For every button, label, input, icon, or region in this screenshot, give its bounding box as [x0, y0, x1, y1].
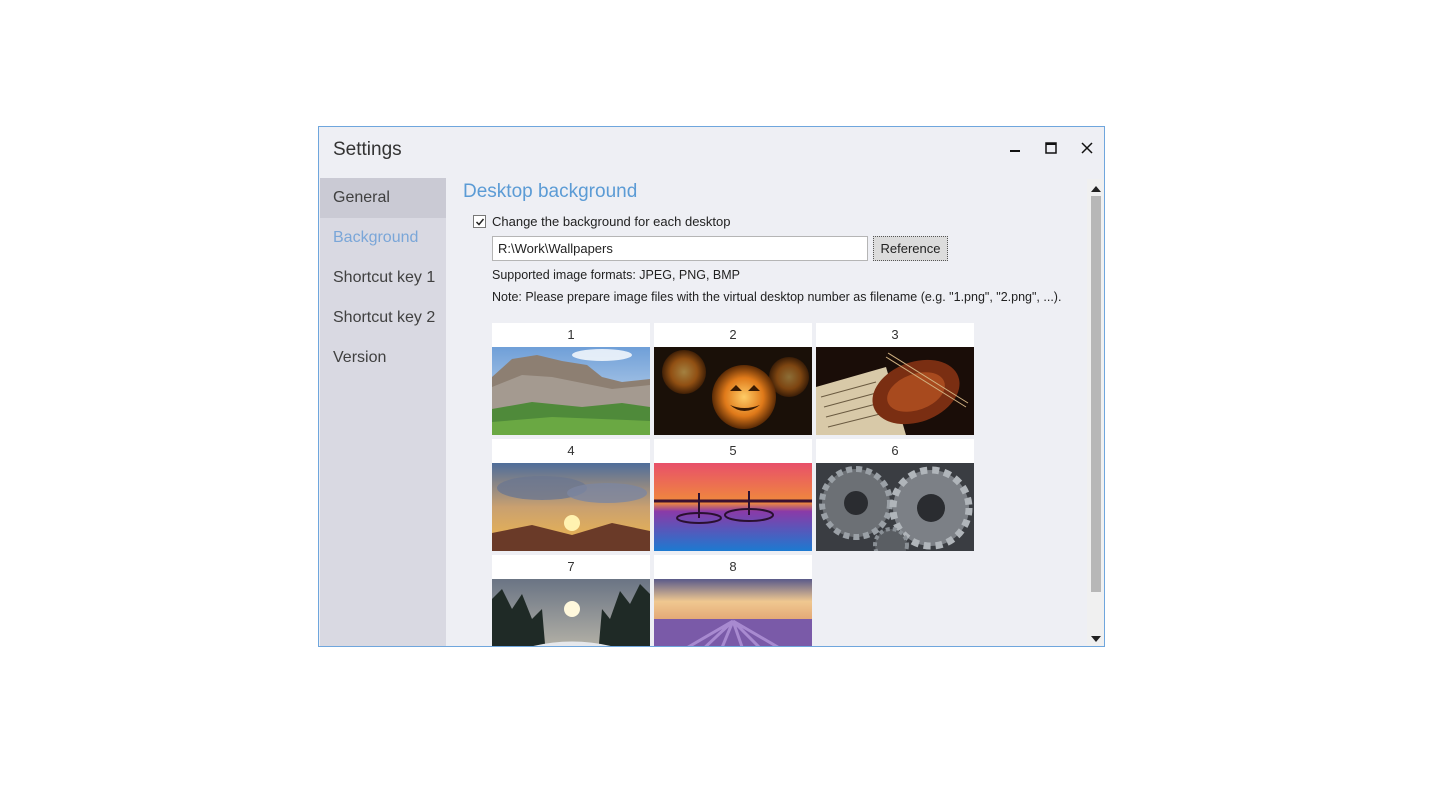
wallpaper-tile-7[interactable]: 7	[492, 555, 650, 646]
sidebar-item-label: Background	[333, 229, 419, 246]
wallpaper-thumbnail-violin	[816, 347, 974, 435]
change-background-checkbox[interactable]	[473, 215, 486, 228]
sidebar-item-general[interactable]: General	[320, 178, 446, 218]
wallpaper-number: 8	[729, 559, 737, 574]
checkbox-label: Change the background for each desktop	[492, 214, 731, 229]
sidebar-item-version[interactable]: Version	[320, 338, 446, 378]
sidebar-item-label: Version	[333, 349, 387, 366]
wallpaper-number: 7	[567, 559, 575, 574]
close-button[interactable]	[1072, 133, 1102, 163]
wallpaper-number: 2	[729, 327, 737, 342]
vertical-scrollbar[interactable]	[1087, 179, 1104, 646]
wallpaper-number: 3	[891, 327, 899, 342]
sidebar-item-label: Shortcut key 1	[333, 269, 436, 286]
checkmark-icon	[475, 218, 484, 226]
title-bar: Settings	[319, 127, 1104, 175]
wallpaper-thumbnail-lavender	[654, 579, 812, 646]
wallpaper-tile-4[interactable]: 4	[492, 439, 650, 551]
close-icon	[1081, 142, 1093, 154]
change-background-checkbox-row[interactable]: Change the background for each desktop	[473, 214, 731, 229]
wallpaper-folder-input[interactable]	[492, 236, 868, 261]
scroll-thumb[interactable]	[1091, 196, 1101, 592]
supported-formats-text: Supported image formats: JPEG, PNG, BMP	[492, 268, 741, 282]
sidebar-nav: General Background Shortcut key 1 Shortc…	[320, 178, 446, 646]
scroll-down-arrow-icon	[1091, 635, 1101, 642]
wallpaper-number: 1	[567, 327, 575, 342]
wallpaper-tile-2[interactable]: 2	[654, 323, 812, 435]
wallpaper-thumbnail-water-drop	[654, 463, 812, 551]
settings-window: Settings General Background Shortcut key…	[318, 126, 1105, 647]
sidebar-item-shortcut-key-1[interactable]: Shortcut key 1	[320, 258, 446, 298]
wallpaper-tile-1[interactable]: 1	[492, 323, 650, 435]
sidebar-item-background[interactable]: Background	[320, 218, 446, 258]
wallpaper-number: 5	[729, 443, 737, 458]
maximize-icon	[1045, 142, 1057, 154]
scroll-up-arrow-icon	[1091, 185, 1101, 192]
wallpaper-number: 4	[567, 443, 575, 458]
scroll-up-button[interactable]	[1087, 181, 1104, 195]
section-title: Desktop background	[463, 181, 638, 202]
background-settings-panel: Desktop background Change the background…	[447, 175, 1087, 646]
wallpaper-thumbnail-lanterns	[654, 347, 812, 435]
sidebar-item-shortcut-key-2[interactable]: Shortcut key 2	[320, 298, 446, 338]
wallpaper-number: 6	[891, 443, 899, 458]
sidebar-item-label: Shortcut key 2	[333, 309, 436, 326]
wallpaper-thumbnail-mountains	[492, 347, 650, 435]
wallpaper-tile-3[interactable]: 3	[816, 323, 974, 435]
sidebar-item-label: General	[333, 189, 390, 206]
wallpaper-tile-5[interactable]: 5	[654, 439, 812, 551]
scroll-down-button[interactable]	[1087, 632, 1104, 646]
reference-button[interactable]: Reference	[873, 236, 948, 261]
wallpaper-thumbnail-snowy-forest	[492, 579, 650, 646]
minimize-button[interactable]	[1000, 133, 1030, 163]
wallpaper-thumbnail-sunset	[492, 463, 650, 551]
minimize-icon	[1010, 150, 1020, 152]
maximize-button[interactable]	[1036, 133, 1066, 163]
wallpaper-tile-6[interactable]: 6	[816, 439, 974, 551]
window-title: Settings	[333, 139, 402, 160]
filename-note-text: Note: Please prepare image files with th…	[492, 290, 1062, 304]
wallpaper-thumbnail-gears	[816, 463, 974, 551]
wallpaper-tile-8[interactable]: 8	[654, 555, 812, 646]
